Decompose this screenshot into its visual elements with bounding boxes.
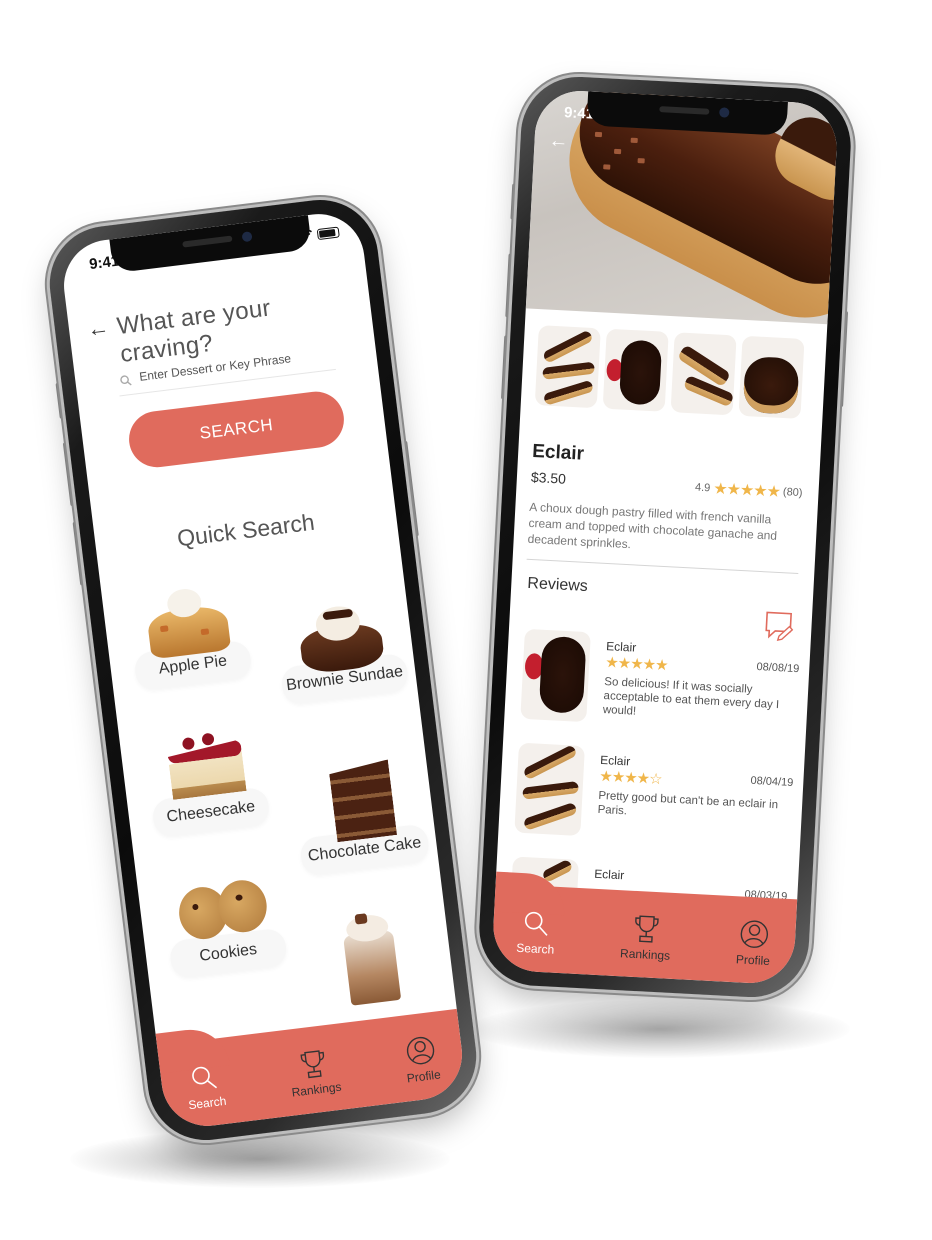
- review-date: 08/08/19: [756, 660, 800, 676]
- right-phone: 9:41 ← Eclair $3.50 4.9 ★★★★★ (80) A cho…: [476, 73, 854, 1001]
- thumbnail-3[interactable]: [670, 332, 737, 416]
- review-item[interactable]: Eclair ★★★★★ 08/08/19 So delicious! If i…: [520, 628, 801, 739]
- review-image: [514, 742, 585, 836]
- review-name: Eclair: [593, 866, 625, 883]
- right-phone-screen: 9:41 ← Eclair $3.50 4.9 ★★★★★ (80) A cho…: [491, 88, 839, 986]
- review-text: So delicious! If it was socially accepta…: [602, 676, 780, 718]
- rating-count: (80): [782, 486, 803, 500]
- thumbnail-1[interactable]: [534, 325, 601, 409]
- review-text: Pretty good but can't be an eclair in Pa…: [597, 789, 779, 818]
- star-icon: ★★★★★: [712, 480, 781, 501]
- review-item[interactable]: Eclair ★★★★☆ 08/04/19 Pretty good but ca…: [514, 742, 795, 853]
- left-phone-screen: 9:41 ← What are your craving? SEARCH Qui…: [58, 208, 468, 1132]
- nav-search[interactable]: Search: [516, 909, 556, 957]
- left-phone-shadow: [70, 1130, 450, 1188]
- nav-rankings-label: Rankings: [290, 1079, 343, 1100]
- search-icon: [524, 911, 548, 936]
- comment-edit-icon[interactable]: [763, 609, 795, 643]
- quick-search-item-cookies[interactable]: Cookies: [161, 864, 289, 980]
- search-button[interactable]: SEARCH: [125, 388, 348, 471]
- nav-rankings[interactable]: Rankings: [620, 912, 672, 963]
- back-arrow-icon[interactable]: ←: [86, 314, 111, 342]
- product-price: $3.50: [530, 468, 567, 487]
- thumbnail-4[interactable]: [738, 335, 805, 419]
- quick-search-item-chocolate-cake[interactable]: Chocolate Cake: [289, 742, 431, 877]
- quick-search-title: Quick Search: [175, 508, 316, 552]
- quick-search-item-brownie-sundae[interactable]: Brownie Sundae: [272, 589, 410, 706]
- search-icon: [192, 1066, 218, 1089]
- left-phone: 9:41 ← What are your craving? SEARCH Qui…: [43, 193, 483, 1147]
- thumbnail-2[interactable]: [602, 328, 669, 412]
- divider: [526, 558, 799, 575]
- product-description: A choux dough pastry filled with french …: [527, 499, 778, 552]
- battery-icon: [316, 225, 340, 240]
- apple-pie-image: [135, 577, 240, 666]
- nav-profile-label: Profile: [405, 1067, 442, 1086]
- review-date: 08/04/19: [750, 774, 794, 790]
- profile-icon: [406, 1036, 435, 1065]
- nav-search-label: Search: [187, 1093, 228, 1113]
- star-icon: ★★★★★: [604, 654, 668, 675]
- rating-value: 4.9: [694, 481, 711, 495]
- review-name: Eclair: [605, 639, 637, 655]
- review-image: [520, 628, 591, 723]
- review-name: Eclair: [599, 752, 631, 769]
- trophy-icon: [300, 1050, 325, 1079]
- product-thumbnails: [534, 325, 805, 419]
- quick-search-item-apple-pie[interactable]: Apple Pie: [125, 576, 253, 692]
- nav-rankings[interactable]: Rankings: [287, 1046, 343, 1100]
- right-phone-shadow: [470, 1000, 850, 1058]
- cookies-image: [171, 865, 276, 954]
- back-arrow-icon[interactable]: ←: [548, 129, 569, 153]
- trophy-icon: [635, 915, 659, 943]
- cheesecake-image: [153, 724, 258, 813]
- nav-profile[interactable]: Profile: [736, 918, 772, 968]
- product-rating: 4.9 ★★★★★ (80): [695, 478, 803, 504]
- nav-rankings-label: Rankings: [619, 946, 671, 963]
- star-icon: ★★★★☆: [598, 767, 662, 789]
- nav-profile-label: Profile: [735, 952, 771, 969]
- chocolate-cake-image: [305, 744, 412, 851]
- bottom-nav: Search Rankings Profile: [491, 883, 798, 986]
- profile-icon: [740, 920, 769, 948]
- product-name: Eclair: [531, 440, 585, 465]
- nav-profile[interactable]: Profile: [402, 1034, 442, 1086]
- nav-search-label: Search: [515, 940, 555, 957]
- milkshake-image: [331, 909, 411, 1007]
- brownie-sundae-image: [287, 591, 392, 680]
- quick-search-item-cheesecake[interactable]: Cheesecake: [143, 723, 271, 839]
- reviews-title: Reviews: [526, 574, 589, 596]
- search-icon: [120, 375, 132, 386]
- nav-search[interactable]: Search: [184, 1062, 227, 1112]
